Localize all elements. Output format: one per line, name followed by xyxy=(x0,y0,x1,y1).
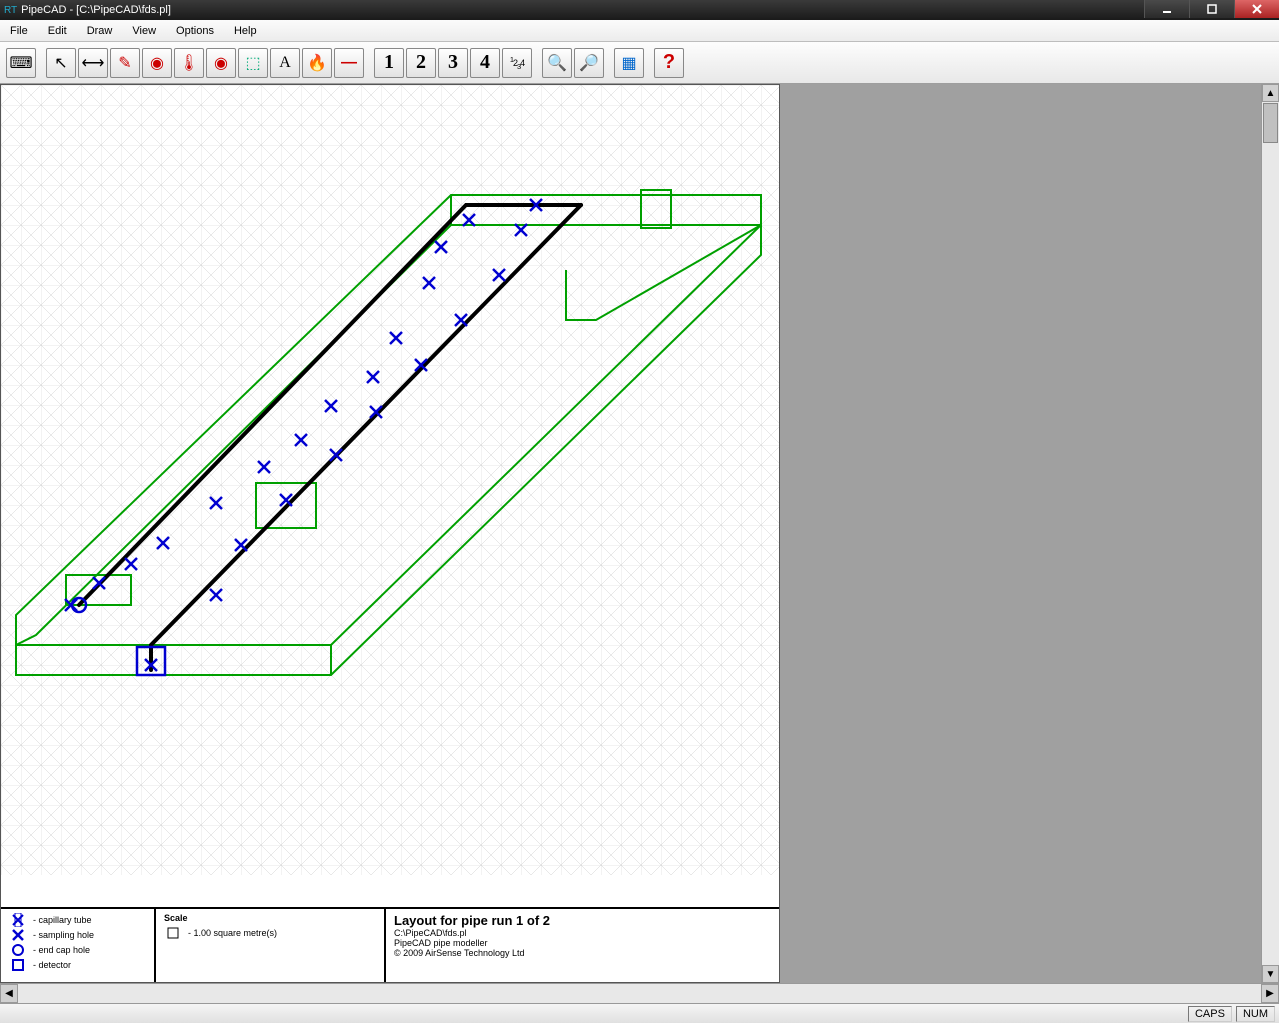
zoom-out-button[interactable]: 🔎 xyxy=(574,48,604,78)
endcap-icon xyxy=(9,943,27,957)
layout-copyright: © 2009 AirSense Technology Ltd xyxy=(394,948,771,958)
piperun-3-button[interactable]: 3 xyxy=(438,48,468,78)
vertical-scrollbar[interactable]: ▲ ▼ xyxy=(1261,84,1279,983)
target-button-1[interactable]: ◉ xyxy=(142,48,172,78)
canvas-panel: - capillary tube - sampling hole - end c… xyxy=(0,84,780,983)
legend-detector-label: - detector xyxy=(33,960,71,970)
titlebar: RT PipeCAD - [C:\PipeCAD\fds.pl] xyxy=(0,0,1279,20)
scroll-track[interactable] xyxy=(1262,102,1279,965)
status-caps: CAPS xyxy=(1188,1006,1232,1022)
zoom-out-icon: 🔎 xyxy=(579,53,599,73)
right-empty-pane: ▲ ▼ xyxy=(780,84,1279,983)
pointer-icon: ↖ xyxy=(54,53,67,73)
capillary-icon xyxy=(9,913,27,927)
fire-button[interactable]: 🔥 xyxy=(302,48,332,78)
target-icon: ◉ xyxy=(150,53,164,73)
layout-title: Layout for pipe run 1 of 2 xyxy=(394,913,771,928)
legend-panel: - capillary tube - sampling hole - end c… xyxy=(1,907,779,982)
keyboard-button[interactable]: ⌨ xyxy=(6,48,36,78)
legend-scale: Scale - 1.00 square metre(s) xyxy=(156,909,386,982)
zoom-in-icon: 🔍 xyxy=(547,53,567,73)
box-icon: ⬚ xyxy=(245,53,260,73)
window-title: PipeCAD - [C:\PipeCAD\fds.pl] xyxy=(21,4,171,16)
legend-capillary-label: - capillary tube xyxy=(33,915,92,925)
legend-sampling-label: - sampling hole xyxy=(33,930,94,940)
all-runs-button[interactable]: 1234 xyxy=(502,48,532,78)
help-icon: ? xyxy=(663,51,675,74)
scroll-down-arrow[interactable]: ▼ xyxy=(1262,965,1279,983)
legend-keys: - capillary tube - sampling hole - end c… xyxy=(1,909,156,982)
scale-value: - 1.00 square metre(s) xyxy=(188,928,277,938)
menu-options[interactable]: Options xyxy=(166,22,224,40)
legend-info: Layout for pipe run 1 of 2 C:\PipeCAD\fd… xyxy=(386,909,779,982)
ruler-icon: — xyxy=(341,54,357,72)
menu-edit[interactable]: Edit xyxy=(38,22,77,40)
app-icon: RT xyxy=(4,5,17,16)
piperun-4-button[interactable]: 4 xyxy=(470,48,500,78)
scroll-thumb[interactable] xyxy=(1263,103,1278,143)
hscroll-track[interactable] xyxy=(18,984,1261,1003)
calculator-button[interactable]: ▦ xyxy=(614,48,644,78)
menu-help[interactable]: Help xyxy=(224,22,267,40)
num-4-icon: 4 xyxy=(480,51,490,74)
num-1-icon: 1 xyxy=(384,51,394,74)
keyboard-icon: ⌨ xyxy=(9,53,32,73)
num-3-icon: 3 xyxy=(448,51,458,74)
thermo-icon: 🌡 xyxy=(179,53,199,73)
horizontal-scrollbar[interactable]: ◀ ▶ xyxy=(0,983,1279,1003)
drawing-canvas[interactable] xyxy=(1,85,779,907)
pointer-button[interactable]: ↖ xyxy=(46,48,76,78)
thermo-button[interactable]: 🌡 xyxy=(174,48,204,78)
piperun-2-button[interactable]: 2 xyxy=(406,48,436,78)
target-icon: ◉ xyxy=(214,53,228,73)
menu-view[interactable]: View xyxy=(122,22,166,40)
small-nums-icon: 1234 xyxy=(510,55,524,71)
close-button[interactable] xyxy=(1234,0,1279,18)
scroll-left-arrow[interactable]: ◀ xyxy=(0,984,18,1003)
num-2-icon: 2 xyxy=(416,51,426,74)
layout-product: PipeCAD pipe modeller xyxy=(394,938,771,948)
menu-draw[interactable]: Draw xyxy=(77,22,123,40)
pencil-button[interactable]: ✎ xyxy=(110,48,140,78)
box-button[interactable]: ⬚ xyxy=(238,48,268,78)
piperun-1-button[interactable]: 1 xyxy=(374,48,404,78)
text-icon: A xyxy=(279,54,291,72)
calculator-icon: ▦ xyxy=(621,53,636,73)
measure-button[interactable]: ⟷ xyxy=(78,48,108,78)
symbol-layer xyxy=(1,85,779,875)
toolbar: ⌨ ↖ ⟷ ✎ ◉ 🌡 ◉ ⬚ A 🔥 — 1 2 3 4 1234 🔍 🔎 ▦… xyxy=(0,42,1279,84)
zoom-in-button[interactable]: 🔍 xyxy=(542,48,572,78)
status-num: NUM xyxy=(1236,1006,1275,1022)
pencil-icon: ✎ xyxy=(118,53,131,73)
minimize-button[interactable] xyxy=(1144,0,1189,18)
detector-icon xyxy=(9,958,27,972)
legend-endcap-label: - end cap hole xyxy=(33,945,90,955)
scroll-right-arrow[interactable]: ▶ xyxy=(1261,984,1279,1003)
text-button[interactable]: A xyxy=(270,48,300,78)
fire-icon: 🔥 xyxy=(307,53,327,73)
scale-title: Scale xyxy=(164,913,376,923)
sampling-icon xyxy=(9,928,27,942)
scale-box-icon xyxy=(164,927,182,939)
help-button[interactable]: ? xyxy=(654,48,684,78)
layout-path: C:\PipeCAD\fds.pl xyxy=(394,928,771,938)
measure-icon: ⟷ xyxy=(82,53,105,73)
ruler-button[interactable]: — xyxy=(334,48,364,78)
menu-file[interactable]: File xyxy=(0,22,38,40)
scroll-up-arrow[interactable]: ▲ xyxy=(1262,84,1279,102)
workspace: - capillary tube - sampling hole - end c… xyxy=(0,84,1279,983)
maximize-button[interactable] xyxy=(1189,0,1234,18)
statusbar: CAPS NUM xyxy=(0,1003,1279,1023)
target-button-2[interactable]: ◉ xyxy=(206,48,236,78)
menubar: File Edit Draw View Options Help xyxy=(0,20,1279,42)
